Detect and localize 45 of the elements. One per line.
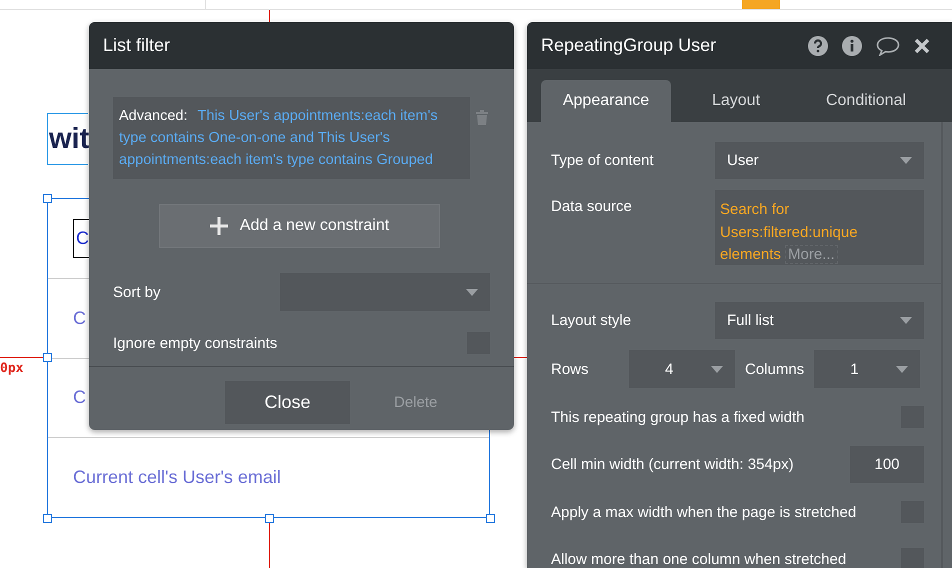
plus-icon <box>210 217 228 235</box>
panel-title: RepeatingGroup User <box>541 35 718 56</box>
close-icon[interactable] <box>914 38 930 54</box>
resize-handle[interactable] <box>43 353 52 362</box>
field-label: Columns <box>745 360 804 378</box>
ruler-label: 0px <box>0 361 24 376</box>
caret-icon <box>900 317 912 324</box>
comment-icon[interactable] <box>876 36 900 56</box>
dropdown[interactable]: User <box>715 142 924 179</box>
resize-handle[interactable] <box>486 514 495 523</box>
resize-handle[interactable] <box>43 194 52 203</box>
info-icon[interactable] <box>842 36 862 56</box>
cell-text: C <box>73 308 86 329</box>
panel-title: List filter <box>103 35 172 56</box>
caret-icon <box>900 157 912 164</box>
dialog-button[interactable]: Close <box>225 381 350 424</box>
field-label: Allow more than one column when stretched <box>551 550 848 568</box>
field-label: Type of content <box>551 152 655 169</box>
field-label: Rows <box>551 360 590 378</box>
cell-text: Current cell's User's email <box>73 467 281 488</box>
number-field[interactable]: 100 <box>850 446 924 483</box>
resize-handle[interactable] <box>265 514 274 523</box>
field-label: Sort by <box>113 284 161 300</box>
help-icon[interactable] <box>808 36 828 56</box>
field-label: Apply a max width when the page is stretched <box>551 504 858 520</box>
field-label: Layout style <box>551 312 632 329</box>
dropdown[interactable]: 1 <box>814 350 920 388</box>
tab[interactable]: Layout <box>671 80 801 122</box>
caret-icon <box>896 366 908 372</box>
field-label: This repeating group has a fixed width <box>551 408 806 426</box>
caret-icon <box>711 366 723 372</box>
heading-text: wit <box>47 113 88 165</box>
dropdown[interactable]: 4 <box>629 350 735 388</box>
constraint-expression[interactable]: Advanced: This User's appointments:each item's type contains One-on-one and This User's appointments:each item's type contains Grouped <box>113 97 470 179</box>
dropdown[interactable]: Full list <box>715 302 924 339</box>
expression-field[interactable]: Search for Users:filtered:unique elements More... <box>715 190 924 265</box>
tab[interactable]: Conditional <box>801 80 931 122</box>
caret-icon <box>466 288 478 296</box>
field-label: Ignore empty constraints <box>113 334 278 352</box>
add-constraint-button[interactable]: Add a new constraint <box>159 204 440 248</box>
field-label: Cell min width (current width: 354px) <box>551 456 795 473</box>
field-label: Data source <box>551 198 633 215</box>
resize-handle[interactable] <box>43 514 52 523</box>
cell-text: C <box>73 387 86 408</box>
tab[interactable]: Appearance <box>541 80 671 122</box>
